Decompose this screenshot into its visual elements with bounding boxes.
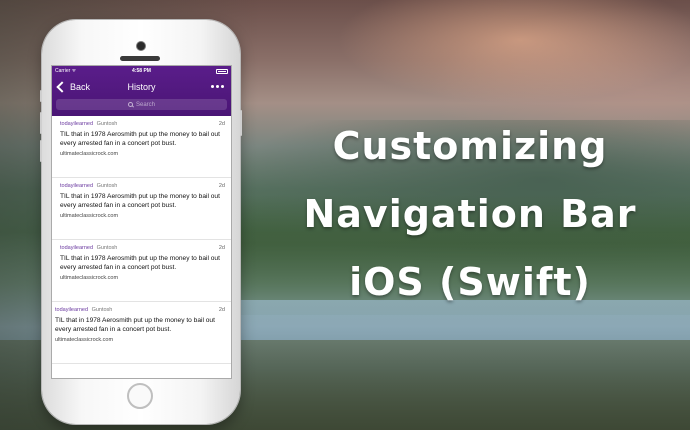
iphone-mockup: Carrier ᯤ 4:58 PM Back History Search to… bbox=[40, 20, 242, 424]
phone-screen: Carrier ᯤ 4:58 PM Back History Search to… bbox=[51, 65, 232, 379]
list-item[interactable]: todayilearned Guntosh 2d TIL that in 197… bbox=[52, 302, 231, 364]
power-button bbox=[240, 110, 242, 136]
post-list: todayilearned Guntosh 2d TIL that in 197… bbox=[52, 116, 231, 364]
headline-line-3: iOS (Swift) bbox=[349, 260, 591, 304]
status-bar: Carrier ᯤ 4:58 PM bbox=[55, 68, 228, 76]
list-item[interactable]: todayilearned Guntosh 2d TIL that in 197… bbox=[52, 116, 231, 178]
post-title[interactable]: TIL that in 1978 Aerosmith put up the mo… bbox=[60, 131, 220, 148]
subreddit-link[interactable]: todayilearned bbox=[55, 307, 88, 313]
volume-down-button bbox=[40, 140, 42, 162]
post-domain: ultimateclassicrock.com bbox=[60, 151, 119, 158]
post-meta: todayilearned Guntosh 2d bbox=[60, 183, 225, 190]
post-title[interactable]: TIL that in 1978 Aerosmith put up the mo… bbox=[60, 255, 220, 272]
list-item[interactable]: todayilearned Guntosh 2d TIL that in 197… bbox=[52, 178, 231, 240]
post-meta: todayilearned Guntosh 2d bbox=[60, 245, 225, 252]
post-age: 2d bbox=[218, 183, 225, 189]
search-placeholder: Search bbox=[135, 101, 155, 108]
post-title[interactable]: TIL that in 1978 Aerosmith put up the mo… bbox=[55, 317, 215, 334]
front-camera bbox=[136, 41, 146, 51]
post-author[interactable]: Guntosh bbox=[97, 183, 118, 189]
navigation-bar: Carrier ᯤ 4:58 PM Back History Search bbox=[52, 66, 231, 116]
subreddit-link[interactable]: todayilearned bbox=[60, 121, 93, 127]
post-author[interactable]: Guntosh bbox=[97, 245, 118, 251]
post-age: 2d bbox=[218, 121, 225, 127]
search-bar[interactable]: Search bbox=[56, 99, 227, 110]
post-meta: todayilearned Guntosh 2d bbox=[60, 121, 225, 128]
headline-line-1: Customizing bbox=[332, 124, 608, 168]
battery-icon bbox=[216, 69, 228, 74]
search-icon bbox=[127, 102, 133, 107]
subreddit-link[interactable]: todayilearned bbox=[60, 245, 93, 251]
status-time: 4:58 PM bbox=[132, 68, 151, 74]
headline-line-2: Navigation Bar bbox=[303, 192, 637, 236]
post-title[interactable]: TIL that in 1978 Aerosmith put up the mo… bbox=[60, 193, 220, 210]
post-domain: ultimateclassicrock.com bbox=[60, 213, 119, 220]
post-age: 2d bbox=[218, 245, 225, 251]
post-age: 2d bbox=[218, 307, 225, 313]
volume-up-button bbox=[40, 112, 42, 134]
home-button[interactable] bbox=[127, 383, 153, 409]
post-author[interactable]: Guntosh bbox=[97, 121, 118, 127]
headline: Customizing Navigation Bar iOS (Swift) bbox=[260, 112, 680, 316]
list-item[interactable]: todayilearned Guntosh 2d TIL that in 197… bbox=[52, 240, 231, 302]
ellipsis-icon[interactable] bbox=[211, 85, 224, 88]
post-domain: ultimateclassicrock.com bbox=[60, 275, 119, 282]
nav-title: History bbox=[127, 82, 156, 92]
post-meta: todayilearned Guntosh 2d bbox=[55, 307, 225, 314]
earpiece-speaker bbox=[120, 56, 160, 61]
post-author[interactable]: Guntosh bbox=[92, 307, 113, 313]
subreddit-link[interactable]: todayilearned bbox=[60, 183, 93, 189]
mute-switch bbox=[40, 90, 42, 102]
post-domain: ultimateclassicrock.com bbox=[55, 337, 114, 344]
